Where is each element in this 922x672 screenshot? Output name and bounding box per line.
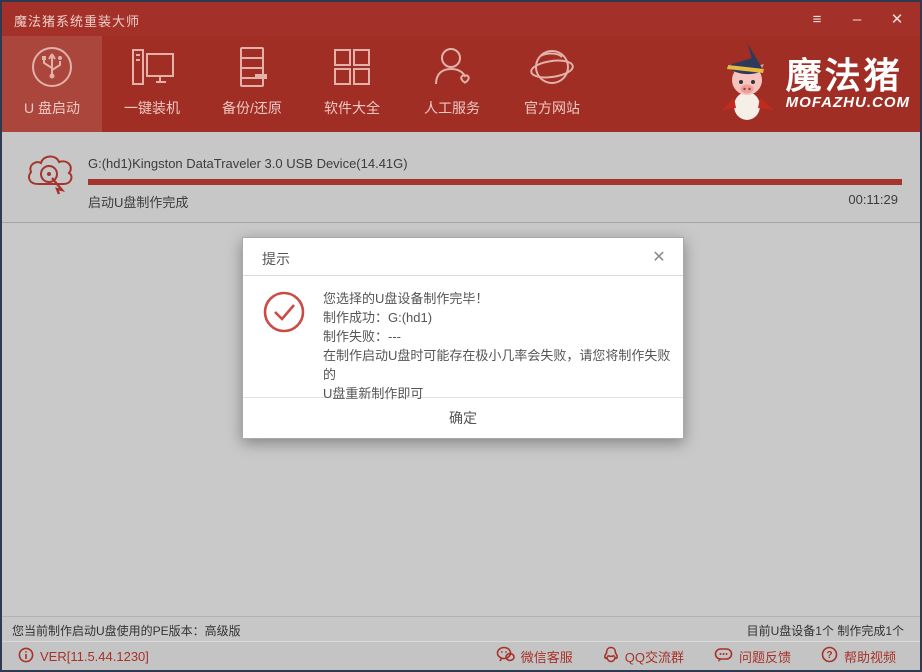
- footer-links: 微信客服 QQ交流群: [496, 642, 896, 670]
- feedback-link[interactable]: 问题反馈: [714, 647, 791, 666]
- qq-group-link[interactable]: QQ交流群: [603, 646, 684, 666]
- version-info: VER[11.5.44.1230]: [18, 642, 149, 670]
- progress-status: 启动U盘制作完成: [88, 192, 188, 211]
- menu-icon[interactable]: ≡: [804, 6, 830, 32]
- footer-link-label: 帮助视频: [844, 647, 896, 666]
- dialog-line: 制作失败：---: [323, 327, 683, 346]
- footer-link-label: QQ交流群: [625, 647, 684, 666]
- device-count-status: 目前U盘设备1个 制作完成1个: [747, 622, 904, 639]
- computer-icon: [127, 44, 177, 90]
- brand-text: 魔法猪 MOFAZHU.COM: [786, 58, 910, 111]
- window-controls: ≡ – ✕: [804, 2, 910, 36]
- nav-item-backup-restore[interactable]: 备份/还原: [202, 36, 302, 132]
- dialog-line: 您选择的U盘设备制作完毕！: [323, 289, 683, 308]
- progress-fill: [88, 179, 902, 185]
- grid-icon: [329, 44, 375, 90]
- nav-item-label: 人工服务: [424, 98, 480, 118]
- brand-domain: MOFAZHU.COM: [786, 94, 910, 111]
- help-video-icon: ?: [821, 646, 838, 666]
- device-label: G:(hd1)Kingston DataTraveler 3.0 USB Dev…: [88, 156, 408, 171]
- nav-item-label: 备份/还原: [222, 98, 282, 118]
- brand-logo: 魔法猪 MOFAZHU.COM: [714, 36, 910, 132]
- dialog-close-icon[interactable]: ✕: [647, 245, 671, 269]
- feedback-icon: [714, 647, 733, 666]
- dialog-message: 您选择的U盘设备制作完毕！ 制作成功：G:(hd1) 制作失败：--- 在制作启…: [323, 289, 683, 403]
- dialog-line: U盘重新制作即可: [323, 384, 683, 403]
- wechat-icon: [496, 646, 515, 666]
- globe-icon: [527, 44, 577, 90]
- nav-item-label: 一键装机: [124, 98, 180, 118]
- nav-item-usb-boot[interactable]: U 盘启动: [2, 36, 102, 132]
- nav-item-software-collection[interactable]: 软件大全: [302, 36, 402, 132]
- server-icon: [229, 44, 275, 90]
- qq-icon: [603, 646, 619, 666]
- svg-text:?: ?: [826, 650, 832, 661]
- app-window: 魔法猪系统重装大师 ≡ – ✕ U 盘启动: [0, 0, 922, 672]
- nav-bar: U 盘启动 一键装机 备份/还原: [2, 36, 920, 132]
- person-icon: [429, 44, 475, 90]
- status-bar: 您当前制作启动U盘使用的PE版本：高级版 目前U盘设备1个 制作完成1个: [2, 616, 920, 641]
- wechat-support-link[interactable]: 微信客服: [496, 646, 573, 666]
- footer-link-label: 问题反馈: [739, 647, 791, 666]
- footer-link-label: 微信客服: [521, 647, 573, 666]
- ok-button[interactable]: 确定: [243, 398, 683, 438]
- version-text: VER[11.5.44.1230]: [40, 649, 149, 664]
- nav-item-one-click-install[interactable]: 一键装机: [102, 36, 202, 132]
- info-icon[interactable]: [18, 647, 34, 666]
- window-title: 魔法猪系统重装大师: [14, 11, 140, 30]
- minimize-icon[interactable]: –: [844, 6, 870, 32]
- pig-mascot-icon: [714, 40, 780, 129]
- dialog-header: 提示 ✕: [243, 238, 683, 276]
- notice-dialog: 提示 ✕ 您选择的U盘设备制作完毕！ 制作成功：G:(hd1) 制作失败：---…: [242, 237, 684, 439]
- success-check-icon: [262, 290, 306, 339]
- nav-item-official-site[interactable]: 官方网站: [502, 36, 602, 132]
- dialog-line: 在制作启动U盘时可能存在极小几率会失败，请您将制作失败的: [323, 346, 683, 384]
- nav-item-support-service[interactable]: 人工服务: [402, 36, 502, 132]
- nav-item-label: 官方网站: [524, 98, 580, 118]
- titlebar: 魔法猪系统重装大师 ≡ – ✕: [2, 2, 920, 36]
- cloud-disc-icon: [24, 150, 76, 203]
- help-video-link[interactable]: ? 帮助视频: [821, 646, 896, 666]
- nav-item-label: U 盘启动: [24, 98, 80, 118]
- dialog-footer: 确定: [243, 397, 683, 438]
- dialog-line: 制作成功：G:(hd1): [323, 308, 683, 327]
- nav-item-label: 软件大全: [324, 98, 380, 118]
- dialog-body: 您选择的U盘设备制作完毕！ 制作成功：G:(hd1) 制作失败：--- 在制作启…: [243, 276, 683, 397]
- progress-section: G:(hd1)Kingston DataTraveler 3.0 USB Dev…: [2, 132, 920, 223]
- progress-bar: [88, 179, 902, 185]
- brand-name: 魔法猪: [786, 58, 910, 94]
- dialog-title: 提示: [262, 249, 290, 269]
- close-icon[interactable]: ✕: [884, 6, 910, 32]
- pe-version-status: 您当前制作启动U盘使用的PE版本：高级版: [12, 622, 241, 639]
- elapsed-time: 00:11:29: [848, 192, 898, 207]
- usb-icon: [29, 44, 75, 90]
- footer-bar: VER[11.5.44.1230] 微信客服: [2, 641, 920, 670]
